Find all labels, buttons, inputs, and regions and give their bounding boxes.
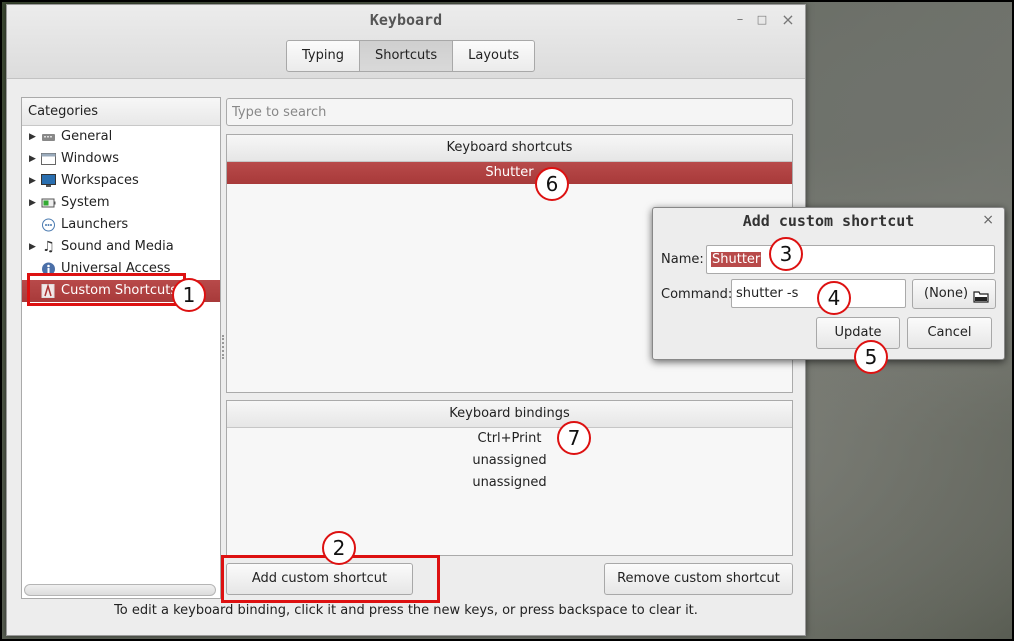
categories-panel: Categories ▶ General ▶ Windows ▶ Workspa… [21,97,221,599]
category-label: System [61,195,110,210]
name-field[interactable]: Shutter [706,245,995,274]
category-label: Windows [61,151,120,166]
name-value: Shutter [711,252,762,267]
annotation-highlight-custom-shortcuts [27,273,186,306]
shortcuts-header: Keyboard shortcuts [227,135,792,162]
remove-custom-shortcut-button[interactable]: Remove custom shortcut [604,563,793,595]
tab-shortcuts[interactable]: Shortcuts [358,40,454,72]
tab-typing[interactable]: Typing [286,40,360,72]
pane-splitter[interactable] [222,335,225,359]
annotation-marker-6: 6 [535,167,569,201]
annotation-marker-3: 3 [769,237,803,271]
binding-row[interactable]: unassigned [227,472,792,494]
keyboard-icon [41,130,56,144]
battery-icon [41,196,56,210]
category-label: Workspaces [61,173,139,188]
category-workspaces[interactable]: ▶ Workspaces [22,170,220,192]
dialog-title: Add custom shortcut [742,212,915,230]
music-note-icon: ♫ [42,239,55,255]
maximize-icon[interactable]: □ [753,11,771,29]
folder-icon [973,286,989,314]
command-value: shutter -s [736,286,799,301]
tab-bar: Typing Shortcuts Layouts [286,40,536,72]
category-sound-and-media[interactable]: ▶ ♫ Sound and Media [22,236,220,258]
launcher-icon [41,218,56,232]
command-label: Command: [661,287,733,302]
expand-arrow-icon[interactable]: ▶ [29,148,36,170]
category-label: General [61,129,113,144]
hint-text: To edit a keyboard binding, click it and… [114,603,698,618]
bindings-list: Keyboard bindings Ctrl+Print unassigned … [226,400,793,556]
command-file-button[interactable]: (None) [912,279,996,309]
expand-arrow-icon[interactable]: ▶ [29,170,36,192]
window-title: Keyboard [369,11,443,29]
annotation-marker-4: 4 [817,281,851,315]
tab-layouts[interactable]: Layouts [452,40,536,72]
category-general[interactable]: ▶ General [22,126,220,148]
annotation-marker-2: 2 [322,531,356,565]
category-label: Launchers [61,217,129,232]
annotation-marker-7: 7 [557,421,591,455]
expand-arrow-icon[interactable]: ▶ [29,236,36,258]
dialog-close-icon[interactable]: × [982,212,994,228]
bindings-header: Keyboard bindings [227,401,792,428]
search-input[interactable] [226,98,793,126]
window-icon [41,152,56,166]
annotation-marker-5: 5 [854,340,888,374]
annotation-marker-1: 1 [172,278,206,312]
binding-row[interactable]: Ctrl+Print [227,428,792,450]
expand-arrow-icon[interactable]: ▶ [29,192,36,214]
file-button-label: (None) [924,286,969,301]
titlebar: Keyboard – □ × Typing Shortcuts Layouts [7,5,805,79]
minimize-icon[interactable]: – [731,11,749,29]
categories-scrollbar[interactable] [24,584,216,596]
category-label: Sound and Media [61,239,174,254]
binding-row[interactable]: unassigned [227,450,792,472]
expand-arrow-icon[interactable]: ▶ [29,126,36,148]
category-system[interactable]: ▶ System [22,192,220,214]
shortcut-row[interactable]: Shutter [227,162,792,184]
cancel-button[interactable]: Cancel [907,317,992,349]
categories-header: Categories [22,98,220,126]
monitor-icon [41,174,56,188]
category-windows[interactable]: ▶ Windows [22,148,220,170]
name-label: Name: [661,252,704,267]
category-launchers[interactable]: Launchers [22,214,220,236]
close-icon[interactable]: × [779,11,797,29]
